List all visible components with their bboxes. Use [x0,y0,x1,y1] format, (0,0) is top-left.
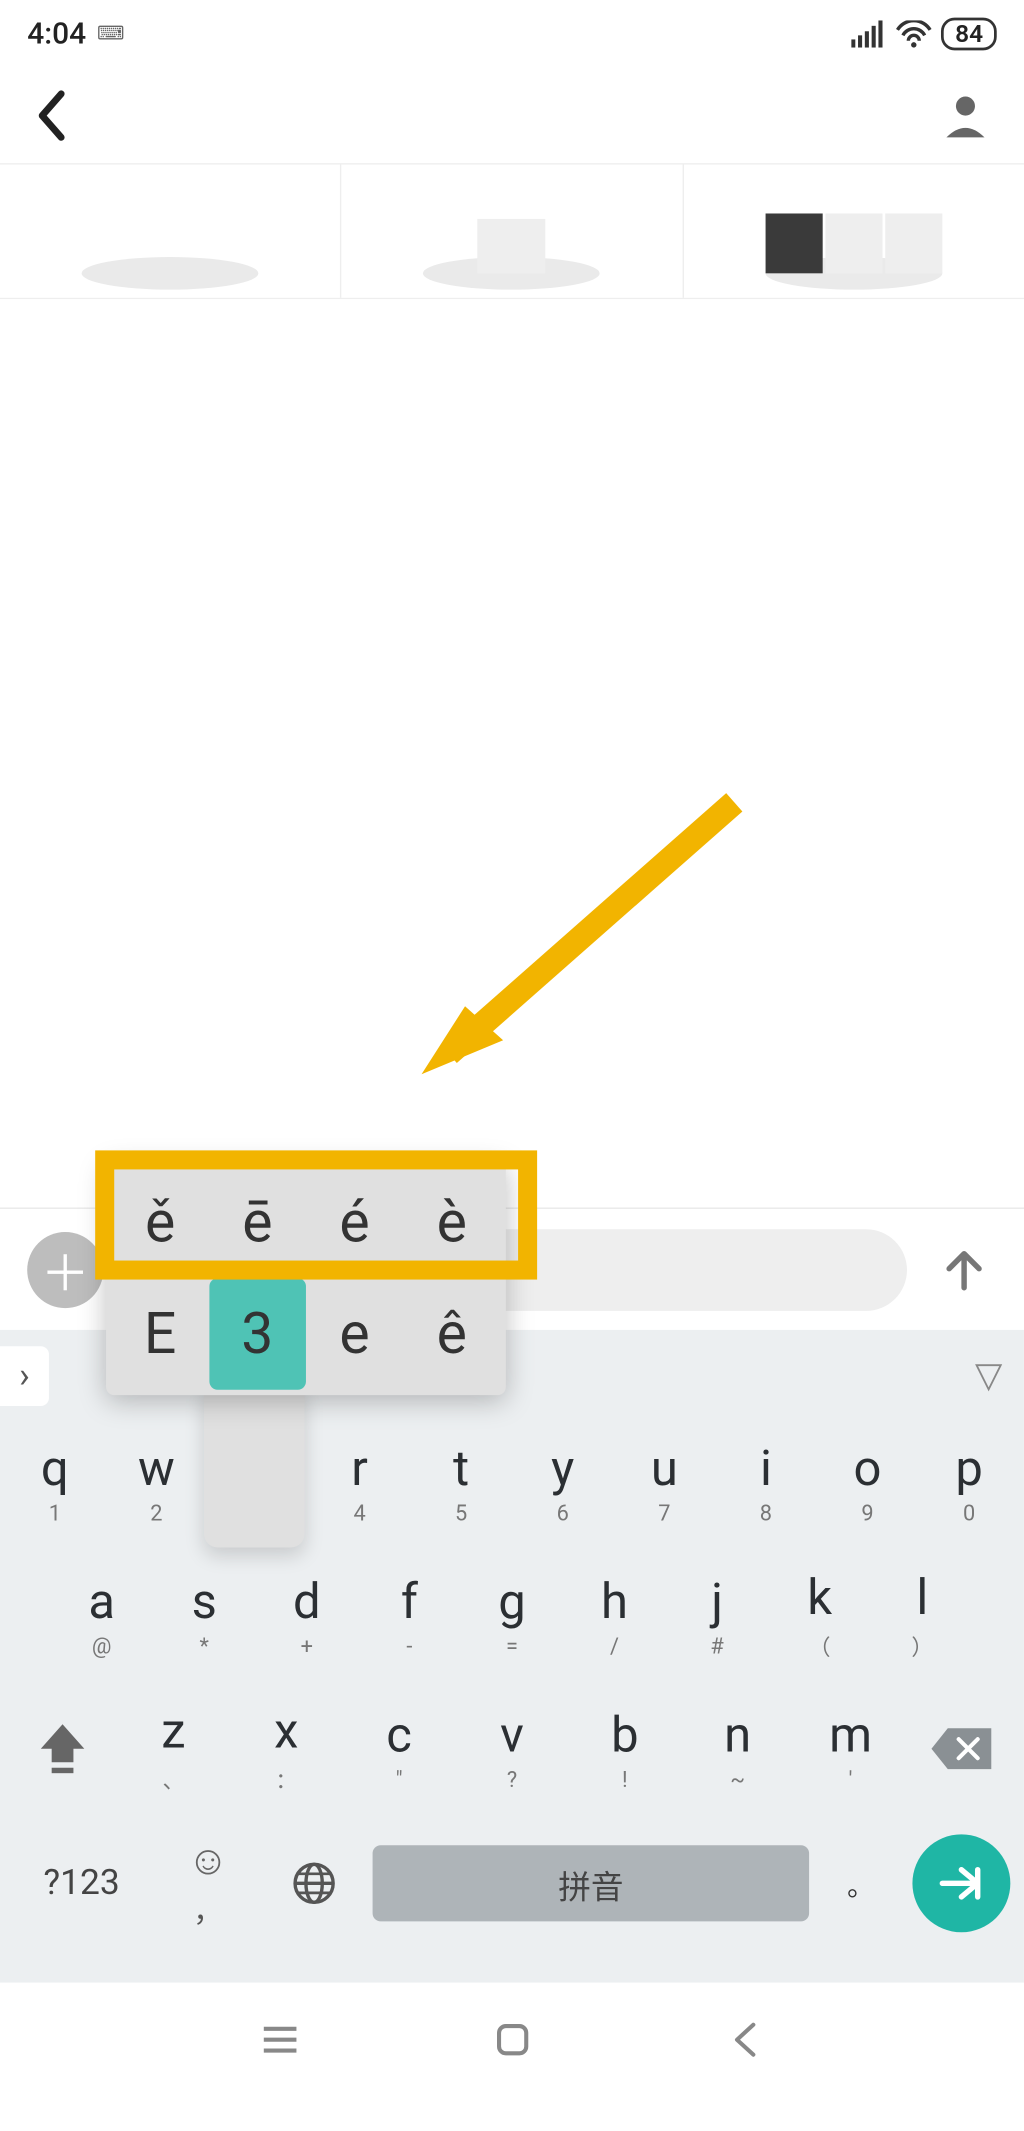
accent-option[interactable]: é [306,1167,403,1279]
key-a[interactable]: a@ [54,1556,148,1676]
key-g[interactable]: g= [465,1556,559,1676]
key-d[interactable]: d+ [260,1556,354,1676]
add-button[interactable]: ＋ [27,1231,103,1307]
profile-icon[interactable] [941,91,990,140]
nav-bar [0,1985,1024,2094]
accent-option[interactable]: ē [209,1167,306,1279]
key-o[interactable]: o9 [821,1422,914,1542]
accent-option[interactable]: E [112,1278,209,1390]
enter-key[interactable] [912,1834,1010,1932]
key-f[interactable]: f- [362,1556,456,1676]
key-h[interactable]: h/ [567,1556,661,1676]
accent-option[interactable]: ê [403,1278,500,1390]
backspace-key[interactable] [907,1689,1016,1809]
accent-option[interactable]: è [403,1167,500,1279]
key-t[interactable]: t5 [414,1422,507,1542]
space-key[interactable]: 拼音 [373,1845,809,1921]
tabs-row [0,163,1024,299]
key-z[interactable]: z、 [117,1689,230,1809]
key-n[interactable]: n~ [681,1689,794,1809]
symbols-key[interactable]: ?123 [14,1829,150,1938]
emoji-icon: ☺ [187,1836,229,1884]
key-p[interactable]: p0 [922,1422,1015,1542]
keyboard-row-1: q1 w2 e3 r4 t5 y6 u7 i8 o9 p0 [0,1422,1024,1542]
key-r[interactable]: r4 [313,1422,406,1542]
accent-option[interactable]: ě [112,1167,209,1279]
battery-indicator: 84 [942,18,997,51]
accent-popup-stem [204,1384,305,1547]
key-k[interactable]: k（ [772,1556,866,1676]
key-c[interactable]: c" [343,1689,456,1809]
key-x[interactable]: x： [230,1689,343,1809]
key-m[interactable]: m' [794,1689,907,1809]
emoji-key[interactable]: ☺ ， [160,1829,255,1938]
language-key[interactable] [267,1829,362,1938]
nav-recent-button[interactable] [252,2023,306,2056]
keyboard-row-2: a@ s* d+ f- g= h/ j# k（ l） [0,1556,1024,1676]
accent-popup: ě ē é è E 3 e ê [106,1161,506,1395]
period-key[interactable]: 。 [820,1864,902,1903]
keyboard: › ▽ q1 w2 e3 r4 t5 y6 u7 i8 o9 p0 a@ s* … [0,1330,1024,1983]
keyboard-bottom-row: ?123 ☺ ， 拼音 。 [0,1822,1024,1944]
cell-signal-icon [852,20,887,47]
send-up-button[interactable] [931,1246,996,1292]
nav-home-button[interactable] [485,2022,539,2057]
key-q[interactable]: q1 [8,1422,101,1542]
wifi-icon [895,20,933,47]
key-w[interactable]: w2 [110,1422,203,1542]
tab-2[interactable] [342,165,684,298]
status-bar: 4:04 ⌨ 84 [0,0,1024,68]
keyboard-indicator-icon: ⌨ [97,23,122,45]
keyboard-collapse-icon[interactable]: ▽ [975,1356,1002,1397]
tab-3[interactable] [684,165,1024,298]
key-v[interactable]: v? [456,1689,569,1809]
shift-key[interactable] [8,1689,117,1809]
back-button[interactable] [34,88,72,142]
app-header [0,68,1024,163]
key-s[interactable]: s* [157,1556,251,1676]
tab-1[interactable] [0,165,342,298]
key-y[interactable]: y6 [516,1422,609,1542]
nav-back-button[interactable] [717,2021,771,2059]
key-u[interactable]: u7 [618,1422,711,1542]
accent-option-active[interactable]: 3 [209,1278,306,1390]
clock: 4:04 [27,17,86,51]
key-j[interactable]: j# [670,1556,764,1676]
annotation-arrow [408,789,762,1094]
keyboard-expand-button[interactable]: › [0,1346,49,1406]
key-i[interactable]: i8 [719,1422,812,1542]
key-b[interactable]: b! [568,1689,681,1809]
accent-option[interactable]: e [306,1278,403,1390]
key-l[interactable]: l） [875,1556,969,1676]
keyboard-row-3: z、 x： c" v? b! n~ m' [0,1689,1024,1809]
